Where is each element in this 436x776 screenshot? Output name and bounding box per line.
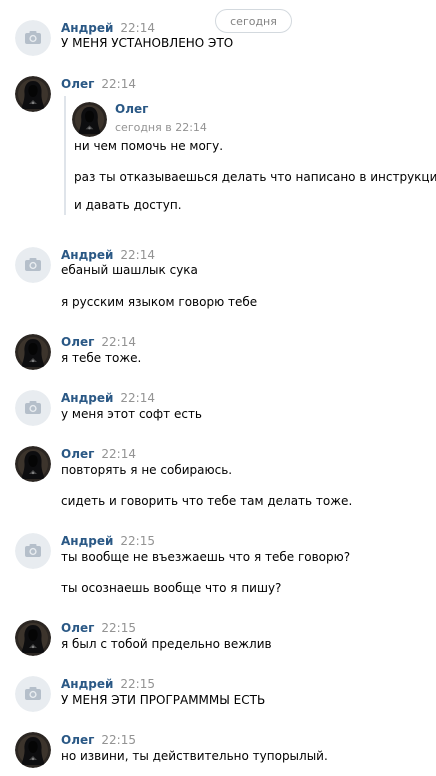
- hooded-figure-avatar[interactable]: [15, 76, 51, 112]
- author-name[interactable]: Олег: [61, 447, 94, 461]
- author-name[interactable]: Олег: [61, 335, 94, 349]
- message-header: Олег 22:15: [61, 621, 136, 635]
- message-time[interactable]: 22:15: [101, 621, 136, 635]
- message-text: ебаный шашлык сука: [61, 263, 198, 277]
- message-text: ты осознаешь вообще что я пишу?: [61, 581, 282, 595]
- message-time[interactable]: 22:14: [101, 335, 136, 349]
- message-time[interactable]: 22:15: [101, 733, 136, 747]
- message-header: Олег 22:14: [61, 77, 136, 91]
- camera-placeholder-icon[interactable]: [15, 390, 51, 426]
- message-text: У МЕНЯ ЭТИ ПРОГРАМММЫ ЕСТЬ: [61, 693, 266, 707]
- message-text: но извини, ты действительно тупорылый.: [61, 749, 328, 763]
- author-name[interactable]: Андрей: [61, 534, 113, 548]
- hooded-figure-avatar[interactable]: [15, 446, 51, 482]
- message-text: я тебе тоже.: [61, 351, 142, 365]
- message-header: Андрей 22:15: [61, 677, 155, 691]
- author-name[interactable]: Олег: [61, 733, 94, 747]
- message-header: Андрей 22:14: [61, 248, 155, 262]
- author-name[interactable]: Андрей: [61, 391, 113, 405]
- message-text: повторять я не собираюсь.: [61, 463, 233, 477]
- forwarded-time[interactable]: сегодня в 22:14: [115, 121, 207, 134]
- camera-placeholder-icon[interactable]: [15, 533, 51, 569]
- message-time[interactable]: 22:14: [120, 21, 155, 35]
- forwarded-message-text: и давать доступ.: [74, 198, 182, 212]
- message-text: я был с тобой предельно вежлив: [61, 637, 272, 651]
- message-header: Олег 22:14: [61, 447, 136, 461]
- forwarded-message-text: ни чем помочь не могу.: [74, 139, 224, 153]
- hooded-figure-avatar[interactable]: [15, 334, 51, 370]
- author-name[interactable]: Андрей: [61, 677, 113, 691]
- message-time[interactable]: 22:14: [120, 248, 155, 262]
- message-text: сидеть и говорить что тебе там делать то…: [61, 494, 353, 508]
- camera-placeholder-icon[interactable]: [15, 20, 51, 56]
- forwarded-quote-bar: [64, 96, 66, 215]
- date-divider: сегодня: [215, 9, 292, 33]
- message-header: Андрей 22:14: [61, 391, 155, 405]
- message-text: я русским языком говорю тебе: [61, 295, 258, 309]
- message-text: у меня этот софт есть: [61, 407, 202, 421]
- author-name[interactable]: Олег: [61, 621, 94, 635]
- message-time[interactable]: 22:14: [120, 391, 155, 405]
- hooded-figure-avatar[interactable]: [15, 620, 51, 656]
- message-text: ты вообще не въезжаешь что я тебе говорю…: [61, 550, 351, 564]
- message-time[interactable]: 22:15: [120, 677, 155, 691]
- message-header: Андрей 22:14: [61, 21, 155, 35]
- message-time[interactable]: 22:14: [101, 447, 136, 461]
- message-header: Андрей 22:15: [61, 534, 155, 548]
- message-header: Олег 22:14: [61, 335, 136, 349]
- message-time[interactable]: 22:14: [101, 77, 136, 91]
- author-name[interactable]: Олег: [61, 77, 94, 91]
- message-header: Олег 22:15: [61, 733, 136, 747]
- hooded-figure-avatar[interactable]: [15, 732, 51, 768]
- camera-placeholder-icon[interactable]: [15, 676, 51, 712]
- author-name[interactable]: Андрей: [61, 21, 113, 35]
- camera-placeholder-icon[interactable]: [15, 247, 51, 283]
- forwarded-message-text: раз ты отказываешься делать что написано…: [74, 170, 436, 184]
- author-name[interactable]: Андрей: [61, 248, 113, 262]
- forwarded-author-name[interactable]: Олег: [115, 102, 148, 116]
- message-text: У МЕНЯ УСТАНОВЛЕНО ЭТО: [61, 36, 234, 50]
- forwarded-author-avatar[interactable]: [72, 102, 107, 137]
- message-time[interactable]: 22:15: [120, 534, 155, 548]
